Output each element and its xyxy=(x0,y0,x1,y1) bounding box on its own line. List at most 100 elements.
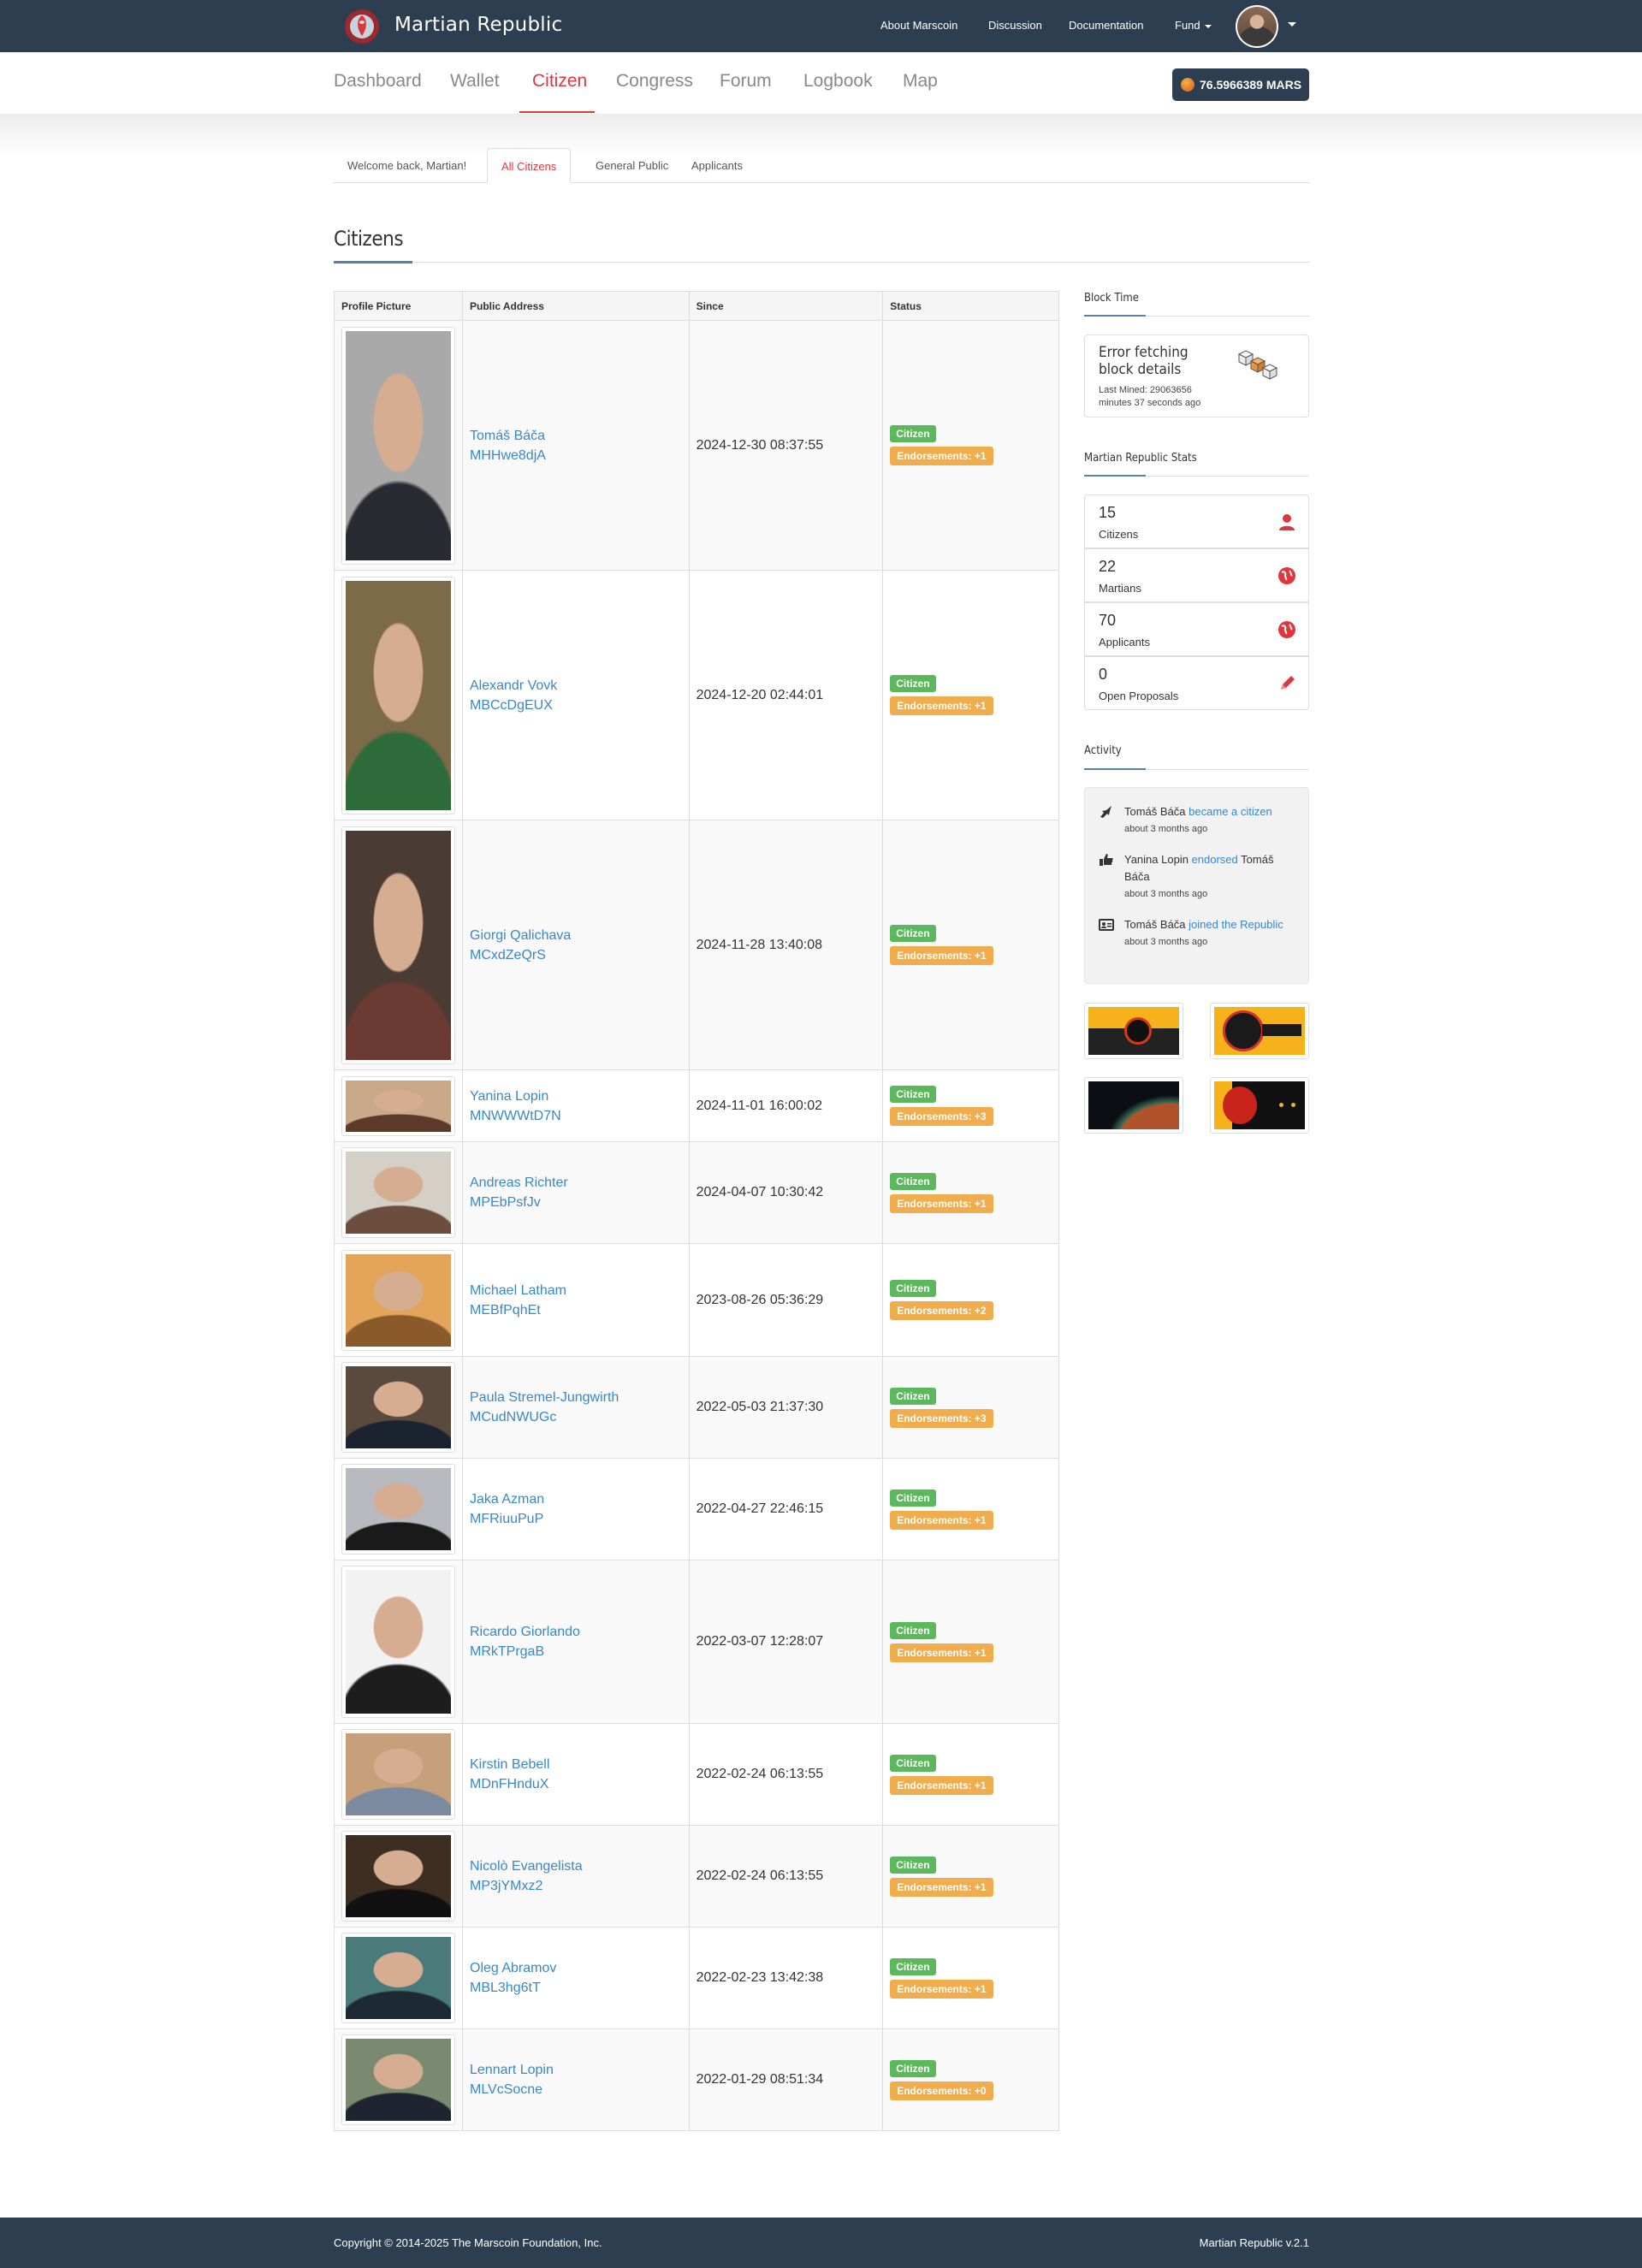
main-nav: Dashboard Wallet Citizen Congress Forum … xyxy=(0,52,1642,114)
citizen-status-badge: Citizen xyxy=(890,1280,936,1297)
citizen-address-link[interactable]: MP3jYMxz2 xyxy=(470,1876,682,1896)
martian-republic-logo[interactable] xyxy=(342,7,382,46)
nav-map[interactable]: Map xyxy=(903,71,938,92)
table-row: Giorgi Qalichava MCxdZeQrS 2024-11-28 13:4… xyxy=(334,820,1059,1070)
citizen-name-link[interactable]: Yanina Lopin xyxy=(470,1087,682,1106)
endorsements-badge: Endorsements: +1 xyxy=(890,946,993,965)
chevron-down-icon xyxy=(1205,24,1212,28)
citizen-name-link[interactable]: Nicolò Evangelista xyxy=(470,1856,682,1876)
cell-public-address: Alexandr Vovk MBCcDgEUX xyxy=(462,570,690,820)
cell-since: 2024-11-01 16:00:02 xyxy=(688,1069,884,1142)
citizen-address-link[interactable]: MDnFHnduX xyxy=(470,1774,682,1794)
activity-feed: Tomáš Báča became a citizen about 3 mont… xyxy=(1084,787,1309,984)
citizen-address-link[interactable]: MRkTPrgaB xyxy=(470,1642,682,1661)
citizen-name-link[interactable]: Tomáš Báča xyxy=(470,426,682,446)
cell-profile-picture xyxy=(334,1458,463,1560)
citizen-name-link[interactable]: Jaka Azman xyxy=(470,1489,682,1509)
profile-photo[interactable] xyxy=(341,826,455,1064)
citizen-address-link[interactable]: MCxdZeQrS xyxy=(470,945,682,965)
topnav-fund[interactable]: Fund xyxy=(1175,19,1212,32)
user-avatar[interactable] xyxy=(1236,5,1278,48)
citizen-name-link[interactable]: Michael Latham xyxy=(470,1281,682,1300)
activity-time: about 3 months ago xyxy=(1124,937,1208,947)
endorsements-badge: Endorsements: +0 xyxy=(890,2081,993,2100)
promo-thumbnail[interactable] xyxy=(1210,1003,1309,1059)
activity-action-link[interactable]: endorsed xyxy=(1192,853,1238,866)
cell-since: 2024-11-28 13:40:08 xyxy=(688,820,884,1070)
profile-photo[interactable] xyxy=(341,1933,455,2023)
profile-photo[interactable] xyxy=(341,2034,455,2125)
profile-photo[interactable] xyxy=(341,1464,455,1554)
mars-balance-badge[interactable]: 76.5966389 MARS xyxy=(1172,68,1309,101)
profile-photo[interactable] xyxy=(341,1362,455,1453)
profile-photo[interactable] xyxy=(341,1831,455,1922)
table-row: Yanina Lopin MNWWWtD7N 2024-11-01 16:00:02… xyxy=(334,1069,1059,1142)
citizen-address-link[interactable]: MNWWWtD7N xyxy=(470,1106,682,1126)
topnav-documentation[interactable]: Documentation xyxy=(1069,19,1143,32)
citizen-name-link[interactable]: Kirstin Bebell xyxy=(470,1755,682,1774)
tab-welcome[interactable]: Welcome back, Martian! xyxy=(334,148,480,183)
nav-dashboard[interactable]: Dashboard xyxy=(334,71,422,92)
cell-profile-picture xyxy=(334,2028,463,2131)
cell-status: Citizen Endorsements: +1 xyxy=(882,1825,1059,1928)
topnav-about-marscoin[interactable]: About Marscoin xyxy=(880,19,957,32)
citizen-name-link[interactable]: Oleg Abramov xyxy=(470,1958,682,1978)
citizen-address-link[interactable]: MFRiuuPuP xyxy=(470,1509,682,1529)
nav-logbook[interactable]: Logbook xyxy=(803,71,873,92)
nav-congress[interactable]: Congress xyxy=(616,71,693,92)
profile-photo[interactable] xyxy=(341,1147,455,1238)
nav-forum[interactable]: Forum xyxy=(720,71,772,92)
profile-photo[interactable] xyxy=(341,326,455,565)
endorsements-badge: Endorsements: +1 xyxy=(890,1979,993,1999)
citizen-address-link[interactable]: MBCcDgEUX xyxy=(470,696,682,715)
brand-name[interactable]: Martian Republic xyxy=(394,14,562,36)
tab-general-public[interactable]: General Public xyxy=(582,148,682,183)
table-row: Alexandr Vovk MBCcDgEUX 2024-12-20 02:44:0… xyxy=(334,570,1059,820)
citizen-name-link[interactable]: Paula Stremel-Jungwirth xyxy=(470,1388,682,1407)
tab-all-citizens[interactable]: All Citizens xyxy=(487,148,572,183)
activity-action-link[interactable]: joined the Republic xyxy=(1189,918,1283,931)
citizen-name-link[interactable]: Ricardo Giorlando xyxy=(470,1622,682,1642)
nav-wallet[interactable]: Wallet xyxy=(450,71,500,92)
citizen-address-link[interactable]: MHHwe8djA xyxy=(470,446,682,465)
profile-photo[interactable] xyxy=(341,1249,455,1351)
profile-photo[interactable] xyxy=(341,1729,455,1820)
title-divider xyxy=(334,262,1309,263)
citizen-name-link[interactable]: Alexandr Vovk xyxy=(470,676,682,696)
promo-thumbnail[interactable] xyxy=(1084,1077,1183,1134)
citizen-name-link[interactable]: Giorgi Qalichava xyxy=(470,926,682,945)
citizen-name-link[interactable]: Andreas Richter xyxy=(470,1173,682,1193)
citizen-address-link[interactable]: MEBfPqhEt xyxy=(470,1300,682,1320)
citizen-address-link[interactable]: MBL3hg6tT xyxy=(470,1978,682,1998)
cell-since: 2024-12-30 08:37:55 xyxy=(688,320,884,571)
citizens-table: Profile Picture Public Address Since Sta… xyxy=(334,291,1059,2131)
citizen-status-badge: Citizen xyxy=(890,1489,936,1507)
footer: Copyright © 2014-2025 The Marscoin Found… xyxy=(0,2218,1642,2268)
id-card-icon xyxy=(1099,919,1114,931)
endorsements-badge: Endorsements: +1 xyxy=(890,447,993,465)
activity-action-link[interactable]: became a citizen xyxy=(1189,805,1272,818)
topnav-discussion[interactable]: Discussion xyxy=(988,19,1042,32)
promo-thumbnail[interactable] xyxy=(1210,1077,1309,1134)
promo-thumbnail[interactable] xyxy=(1084,1003,1183,1059)
globe-icon xyxy=(1278,621,1295,638)
tab-applicants[interactable]: Applicants xyxy=(678,148,756,183)
citizen-address-link[interactable]: MCudNWUGc xyxy=(470,1407,682,1427)
topnav-fund-label: Fund xyxy=(1175,19,1200,32)
cell-since: 2022-04-27 22:46:15 xyxy=(688,1458,884,1560)
profile-photo[interactable] xyxy=(341,576,455,814)
activity-time: about 3 months ago xyxy=(1124,889,1208,899)
citizen-name-link[interactable]: Lennart Lopin xyxy=(470,2060,682,2080)
activity-heading: Activity xyxy=(1084,744,1122,757)
cell-since: 2022-01-29 08:51:34 xyxy=(688,2028,884,2131)
profile-photo[interactable] xyxy=(341,1566,455,1718)
citizen-address-link[interactable]: MLVcSocne xyxy=(470,2080,682,2099)
nav-citizen[interactable]: Citizen xyxy=(532,71,587,92)
profile-photo[interactable] xyxy=(341,1075,455,1136)
mars-coin-icon xyxy=(1181,78,1194,92)
citizen-status-badge: Citizen xyxy=(890,925,936,942)
title-divider-accent xyxy=(334,261,412,264)
citizen-address-link[interactable]: MPEbPsfJv xyxy=(470,1193,682,1212)
user-menu-caret-icon[interactable] xyxy=(1288,22,1296,27)
activity-time: about 3 months ago xyxy=(1124,824,1208,834)
